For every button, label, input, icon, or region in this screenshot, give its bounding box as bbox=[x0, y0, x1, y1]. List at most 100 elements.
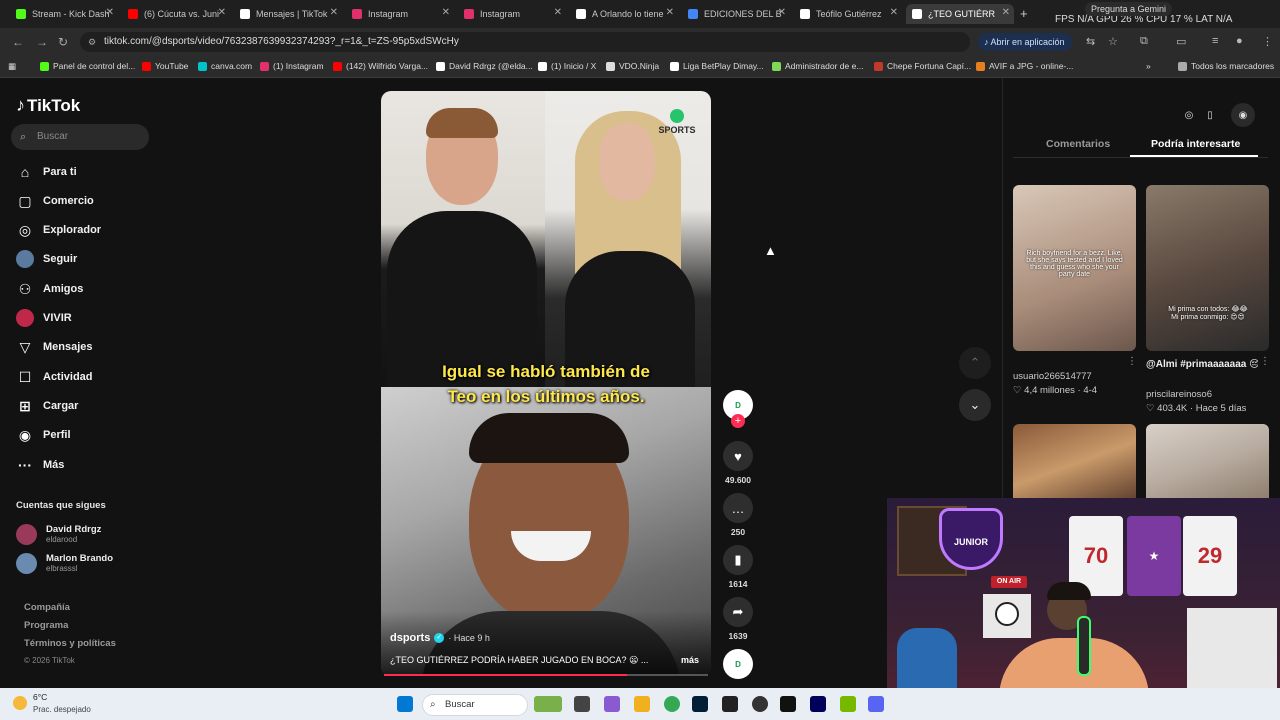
sidebar-item[interactable]: ··· Más bbox=[16, 455, 64, 475]
obs-icon[interactable] bbox=[752, 696, 768, 712]
more-options-icon[interactable]: ⋮ bbox=[1127, 356, 1137, 367]
bookmark-item[interactable]: (1) Instagram bbox=[260, 61, 324, 71]
tab-close-icon[interactable]: ✕ bbox=[106, 7, 114, 18]
bookmark-item[interactable]: AVIF a JPG - online-... bbox=[976, 61, 1073, 71]
sidebar-item[interactable]: ◎ Explorador bbox=[16, 220, 101, 240]
sidebar-item[interactable]: ⊞ Cargar bbox=[16, 396, 78, 416]
tab-comments[interactable]: Comentarios bbox=[1046, 138, 1110, 150]
browser-tab[interactable]: Instagram ✕ bbox=[346, 4, 454, 24]
share-icon[interactable]: ➦ bbox=[723, 597, 753, 627]
extensions-icon[interactable]: ⧉ bbox=[1140, 35, 1148, 48]
sidebar-item[interactable]: ◉ Perfil bbox=[16, 425, 71, 445]
forward-icon[interactable]: → bbox=[36, 35, 48, 49]
next-video-button[interactable]: ⌄ bbox=[959, 389, 991, 421]
tiktok-logo[interactable]: ♪ TikTok bbox=[16, 95, 80, 116]
reload-icon[interactable]: ↻ bbox=[58, 35, 68, 49]
bookmark-item[interactable]: Liga BetPlay Dimay... bbox=[670, 61, 764, 71]
nvidia-icon[interactable] bbox=[840, 696, 856, 712]
author-name[interactable]: dsports bbox=[390, 632, 430, 644]
phone-icon[interactable]: ▯ bbox=[1198, 103, 1222, 127]
tab-close-icon[interactable]: ✕ bbox=[218, 7, 226, 18]
save-action[interactable]: ▮ 1614 bbox=[722, 545, 754, 589]
bookmarks-overflow-icon[interactable]: » bbox=[1146, 61, 1151, 71]
weather-temperature[interactable]: 6°C bbox=[33, 692, 47, 702]
recommended-thumbnail[interactable] bbox=[1146, 185, 1269, 351]
video-progress-bar[interactable] bbox=[384, 674, 708, 676]
browser-tab[interactable]: ¿TEO GUTIÉRR ✕ bbox=[906, 4, 1014, 24]
footer-link[interactable]: Compañía bbox=[24, 602, 70, 613]
translate-icon[interactable]: ⇆ bbox=[1086, 35, 1095, 48]
new-tab-button[interactable]: + bbox=[1020, 6, 1028, 21]
browser-tab[interactable]: Teófilo Gutiérrez ✕ bbox=[794, 4, 902, 24]
sidebar-item[interactable]: ▽ Mensajes bbox=[16, 337, 93, 357]
recommended-title[interactable]: @Almi #primaaaaaaa 😔 bbox=[1146, 359, 1258, 370]
bookmark-item[interactable]: canva.com bbox=[198, 61, 252, 71]
gemini-button[interactable]: Pregunta a Gemini bbox=[1085, 2, 1173, 16]
tab-close-icon[interactable]: ✕ bbox=[442, 7, 450, 18]
tab-recommend[interactable]: Podría interesarte bbox=[1151, 138, 1240, 150]
previous-video-button[interactable]: ⌃ bbox=[959, 347, 991, 379]
widget-icon[interactable] bbox=[534, 696, 562, 712]
footer-link[interactable]: Programa bbox=[24, 620, 68, 631]
like-action[interactable]: ♥ 49.600 bbox=[722, 441, 754, 485]
tab-close-icon[interactable]: ✕ bbox=[666, 7, 674, 18]
task-view-icon[interactable] bbox=[574, 696, 590, 712]
following-account[interactable]: Marlon Brando elbrasssl bbox=[16, 552, 113, 574]
profile-avatar-icon[interactable]: ● bbox=[1236, 35, 1243, 47]
copilot-icon[interactable] bbox=[604, 696, 620, 712]
windows-start-icon[interactable] bbox=[397, 696, 413, 712]
heart-icon[interactable]: ♥ bbox=[723, 441, 753, 471]
following-account[interactable]: David Rdrgz eldarood bbox=[16, 523, 101, 545]
app-icon[interactable] bbox=[722, 696, 738, 712]
bookmark-item[interactable]: Administrador de e... bbox=[772, 61, 863, 71]
bookmark-item[interactable]: YouTube bbox=[142, 61, 188, 71]
comment-action[interactable]: … 250 bbox=[722, 493, 754, 537]
sound-disc[interactable]: D bbox=[723, 649, 753, 679]
tab-close-icon[interactable]: ✕ bbox=[890, 7, 898, 18]
tab-close-icon[interactable]: ✕ bbox=[330, 7, 338, 18]
sidebar-item[interactable]: Seguir bbox=[16, 249, 77, 269]
bookmark-item[interactable]: Panel de control del... bbox=[40, 61, 135, 71]
all-bookmarks-folder[interactable]: Todos los marcadores bbox=[1178, 61, 1274, 71]
file-explorer-icon[interactable] bbox=[634, 696, 650, 712]
bookmark-item[interactable]: David Rdrgz (@elda... bbox=[436, 61, 533, 71]
sidebar-item[interactable]: ⚇ Amigos bbox=[16, 279, 84, 299]
recommended-thumbnail[interactable] bbox=[1013, 424, 1136, 504]
back-icon[interactable]: ← bbox=[12, 35, 24, 49]
sidebar-item[interactable]: ▢ Comercio bbox=[16, 191, 93, 211]
after-effects-icon[interactable] bbox=[810, 696, 826, 712]
profile-avatar[interactable]: ◉ bbox=[1231, 103, 1255, 127]
sidebar-icon[interactable]: ▭ bbox=[1176, 35, 1186, 48]
share-action[interactable]: ➦ 1639 bbox=[722, 597, 754, 641]
weather-sun-icon[interactable] bbox=[13, 696, 27, 710]
more-button[interactable]: más bbox=[681, 655, 699, 665]
sidebar-item[interactable]: ☐ Actividad bbox=[16, 367, 93, 387]
browser-tab[interactable]: EDICIONES DEL B ✕ bbox=[682, 4, 790, 24]
browser-tab[interactable]: (6) Cúcuta vs. Juni ✕ bbox=[122, 4, 230, 24]
comment-icon[interactable]: … bbox=[723, 493, 753, 523]
bookmark-item[interactable]: (1) Inicio / X bbox=[538, 61, 596, 71]
taskbar-search[interactable]: ⌕ Buscar bbox=[422, 694, 528, 716]
discord-icon[interactable] bbox=[868, 696, 884, 712]
tab-close-icon[interactable]: ✕ bbox=[1002, 7, 1010, 18]
more-options-icon[interactable]: ⋮ bbox=[1260, 356, 1270, 367]
chrome-icon[interactable] bbox=[664, 696, 680, 712]
recommended-user[interactable]: priscilareinoso6 bbox=[1146, 389, 1212, 400]
follow-plus-icon[interactable]: + bbox=[731, 414, 745, 428]
tab-close-icon[interactable]: ✕ bbox=[778, 7, 786, 18]
bookmark-item[interactable]: Chepe Fortuna Capí... bbox=[874, 61, 971, 71]
search-input[interactable]: ⌕ Buscar bbox=[11, 124, 149, 150]
menu-kebab-icon[interactable]: ⋮ bbox=[1262, 35, 1273, 48]
video-player[interactable]: SPORTS Igual se habló también de Teo en … bbox=[381, 91, 711, 676]
photoshop-icon[interactable] bbox=[692, 696, 708, 712]
bookmark-star-icon[interactable]: ☆ bbox=[1108, 35, 1118, 48]
open-in-app-button[interactable]: ♪ Abrir en aplicación bbox=[978, 33, 1072, 51]
bookmark-item[interactable]: VDO.Ninja bbox=[606, 61, 659, 71]
tab-close-icon[interactable]: ✕ bbox=[554, 7, 562, 18]
site-info-icon[interactable]: ⚙ bbox=[88, 32, 96, 52]
browser-tab[interactable]: Stream - Kick Dash ✕ bbox=[10, 4, 118, 24]
bookmark-icon[interactable]: ▮ bbox=[723, 545, 753, 575]
browser-tab[interactable]: Mensajes | TikTok ✕ bbox=[234, 4, 342, 24]
recommended-user[interactable]: usuario266514777 bbox=[1013, 371, 1092, 382]
recommended-thumbnail[interactable] bbox=[1146, 424, 1269, 504]
